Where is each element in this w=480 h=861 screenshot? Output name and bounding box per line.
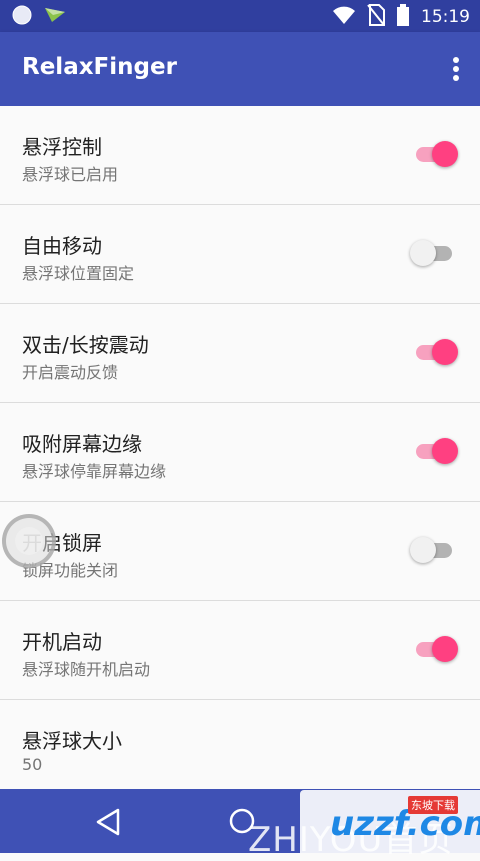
setting-summary: 悬浮球随开机启动 — [22, 660, 151, 679]
app-bar: RelaxFinger — [0, 32, 480, 106]
setting-free-move[interactable]: 自由移动 悬浮球位置固定 — [0, 205, 480, 304]
wifi-icon — [333, 5, 355, 29]
status-bar: 15:19 — [0, 0, 480, 32]
circle-notification-icon — [12, 5, 32, 29]
battery-icon — [397, 4, 409, 30]
setting-floating-control[interactable]: 悬浮控制 悬浮球已启用 — [0, 106, 480, 205]
setting-summary: 悬浮球位置固定 — [22, 264, 135, 283]
setting-summary: 悬浮球已启用 — [22, 165, 119, 184]
no-sim-icon — [367, 4, 385, 30]
more-vert-icon[interactable] — [452, 56, 460, 82]
app-title: RelaxFinger — [22, 54, 177, 80]
lock-screen-switch[interactable] — [410, 537, 454, 563]
setting-vibration[interactable]: 双击/长按震动 开启震动反馈 — [0, 304, 480, 403]
back-triangle-icon[interactable] — [94, 807, 122, 837]
setting-lock-screen[interactable]: 开启锁屏 锁屏功能关闭 — [0, 502, 480, 601]
vibration-switch[interactable] — [416, 339, 458, 365]
settings-list: 悬浮控制 悬浮球已启用 自由移动 悬浮球位置固定 双击/长按震动 开启震动反馈 … — [0, 106, 480, 798]
setting-title: 悬浮控制 — [22, 135, 102, 159]
send-notification-icon — [44, 6, 66, 28]
edge-snap-switch[interactable] — [416, 438, 458, 464]
floating-control-switch[interactable] — [416, 141, 458, 167]
setting-title: 吸附屏幕边缘 — [22, 432, 142, 456]
setting-summary: 50 — [22, 755, 43, 774]
setting-boot-start[interactable]: 开机启动 悬浮球随开机启动 — [0, 601, 480, 700]
watermark-tag: 东坡下载 — [408, 796, 458, 814]
setting-title: 开机启动 — [22, 630, 102, 654]
free-move-switch[interactable] — [410, 240, 454, 266]
setting-ball-size[interactable]: 悬浮球大小 50 — [0, 700, 480, 798]
setting-title: 悬浮球大小 — [22, 729, 122, 753]
setting-summary: 悬浮球停靠屏幕边缘 — [22, 462, 167, 481]
setting-edge-snap[interactable]: 吸附屏幕边缘 悬浮球停靠屏幕边缘 — [0, 403, 480, 502]
boot-start-switch[interactable] — [416, 636, 458, 662]
clock: 15:19 — [421, 7, 470, 27]
watermark-logo: uzzf.com 东坡下载 — [300, 790, 480, 853]
setting-title: 自由移动 — [22, 234, 102, 258]
setting-summary: 开启震动反馈 — [22, 363, 119, 382]
floating-ball[interactable] — [2, 514, 56, 568]
setting-title: 双击/长按震动 — [22, 333, 149, 357]
